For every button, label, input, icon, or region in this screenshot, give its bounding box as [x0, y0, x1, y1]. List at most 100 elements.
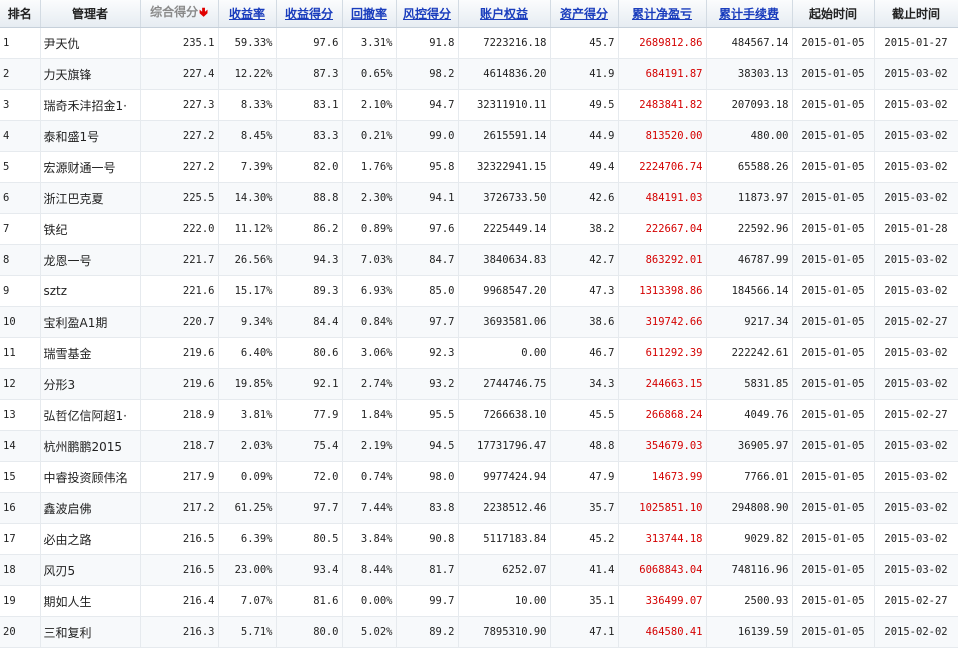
header-composite-score[interactable]: 综合得分🢃 [140, 0, 219, 28]
cell-rank: 8 [0, 244, 41, 276]
cell-rank: 11 [0, 337, 41, 369]
header-return-rate[interactable]: 收益率 [218, 0, 277, 28]
cell-account-equity: 7895310.90 [458, 616, 551, 648]
cell-asset-score: 42.6 [550, 182, 619, 214]
table-row: 9 sztz 221.6 15.17% 89.3 6.93% 85.0 9968547.20 4… [0, 275, 958, 307]
cell-asset-score: 35.7 [550, 492, 619, 524]
cell-asset-score: 38.2 [550, 213, 619, 245]
cell-return-score: 77.9 [276, 399, 343, 431]
header-asset-score[interactable]: 资产得分 [550, 0, 619, 28]
header-total-fees[interactable]: 累计手续费 [706, 0, 793, 28]
cell-end-date: 2015-02-27 [874, 585, 958, 617]
cell-asset-score: 45.2 [550, 523, 619, 555]
cell-start-date: 2015-01-05 [792, 430, 875, 462]
table-row: 5 宏源财通一号 227.2 7.39% 82.0 1.76% 95.8 32322941.1… [0, 151, 958, 183]
cell-manager[interactable]: 龙恩一号 [40, 244, 141, 276]
cell-end-date: 2015-03-02 [874, 492, 958, 524]
cell-end-date: 2015-03-02 [874, 244, 958, 276]
cell-end-date: 2015-03-02 [874, 58, 958, 90]
cell-asset-score: 44.9 [550, 120, 619, 152]
cell-rank: 4 [0, 120, 41, 152]
cell-return-rate: 23.00% [218, 554, 277, 586]
cell-account-equity: 32322941.15 [458, 151, 551, 183]
cell-net-pnl: 2483841.82 [618, 89, 707, 121]
cell-start-date: 2015-01-05 [792, 89, 875, 121]
cell-manager[interactable]: 尹天仇 [40, 27, 141, 59]
table-row: 10 宝利盈A1期 220.7 9.34% 84.4 0.84% 97.7 3693581.0… [0, 306, 958, 338]
table-row: 14 杭州鹏鹏2015 218.7 2.03% 75.4 2.19% 94.5 1773179… [0, 430, 958, 462]
cell-manager[interactable]: 杭州鹏鹏2015 [40, 430, 141, 462]
cell-total-fees: 11873.97 [706, 182, 793, 214]
table-row: 12 分形3 219.6 19.85% 92.1 2.74% 93.2 2744746.75 3… [0, 368, 958, 400]
table-row: 6 浙江巴克夏 225.5 14.30% 88.8 2.30% 94.1 3726733.50… [0, 182, 958, 214]
cell-manager[interactable]: 泰和盛1号 [40, 120, 141, 152]
cell-manager[interactable]: 风刃5 [40, 554, 141, 586]
cell-manager[interactable]: 铁纪 [40, 213, 141, 245]
header-manager: 管理者 [40, 0, 141, 28]
cell-end-date: 2015-02-02 [874, 616, 958, 648]
cell-manager[interactable]: 分形3 [40, 368, 141, 400]
cell-return-rate: 5.71% [218, 616, 277, 648]
cell-account-equity: 3693581.06 [458, 306, 551, 338]
cell-composite-score: 216.3 [140, 616, 219, 648]
cell-total-fees: 5831.85 [706, 368, 793, 400]
cell-risk-score: 84.7 [396, 244, 459, 276]
cell-account-equity: 9977424.94 [458, 461, 551, 493]
cell-composite-score: 227.4 [140, 58, 219, 90]
cell-composite-score: 217.2 [140, 492, 219, 524]
cell-account-equity: 2225449.14 [458, 213, 551, 245]
cell-account-equity: 2238512.46 [458, 492, 551, 524]
cell-manager[interactable]: 力天旗锋 [40, 58, 141, 90]
header-net-pnl[interactable]: 累计净盈亏 [618, 0, 707, 28]
cell-end-date: 2015-03-02 [874, 120, 958, 152]
cell-manager[interactable]: 瑞奇禾沣招金1· [40, 89, 141, 121]
cell-manager[interactable]: 宏源财通一号 [40, 151, 141, 183]
cell-return-rate: 7.39% [218, 151, 277, 183]
cell-manager[interactable]: 宝利盈A1期 [40, 306, 141, 338]
cell-asset-score: 41.4 [550, 554, 619, 586]
header-drawdown-rate[interactable]: 回撤率 [342, 0, 397, 28]
cell-return-rate: 6.40% [218, 337, 277, 369]
cell-manager[interactable]: 三和复利 [40, 616, 141, 648]
cell-drawdown-rate: 5.02% [342, 616, 397, 648]
cell-net-pnl: 222667.04 [618, 213, 707, 245]
cell-return-score: 81.6 [276, 585, 343, 617]
header-account-equity[interactable]: 账户权益 [458, 0, 551, 28]
cell-manager[interactable]: 期如人生 [40, 585, 141, 617]
table-row: 20 三和复利 216.3 5.71% 80.0 5.02% 89.2 7895310.90 4… [0, 616, 958, 648]
cell-composite-score: 216.5 [140, 554, 219, 586]
cell-total-fees: 36905.97 [706, 430, 793, 462]
cell-drawdown-rate: 0.21% [342, 120, 397, 152]
cell-manager[interactable]: 必由之路 [40, 523, 141, 555]
cell-manager[interactable]: 瑞雪基金 [40, 337, 141, 369]
cell-drawdown-rate: 6.93% [342, 275, 397, 307]
cell-return-score: 88.8 [276, 182, 343, 214]
cell-manager[interactable]: 浙江巴克夏 [40, 182, 141, 214]
cell-composite-score: 235.1 [140, 27, 219, 59]
cell-manager[interactable]: sztz [40, 275, 141, 307]
cell-risk-score: 83.8 [396, 492, 459, 524]
cell-total-fees: 207093.18 [706, 89, 793, 121]
cell-composite-score: 218.9 [140, 399, 219, 431]
cell-rank: 5 [0, 151, 41, 183]
cell-net-pnl: 464580.41 [618, 616, 707, 648]
cell-total-fees: 65588.26 [706, 151, 793, 183]
cell-return-rate: 19.85% [218, 368, 277, 400]
cell-account-equity: 17731796.47 [458, 430, 551, 462]
cell-composite-score: 227.2 [140, 151, 219, 183]
cell-manager[interactable]: 弘哲亿信阿超1· [40, 399, 141, 431]
cell-manager[interactable]: 中睿投资顾伟洺 [40, 461, 141, 493]
cell-risk-score: 85.0 [396, 275, 459, 307]
cell-start-date: 2015-01-05 [792, 585, 875, 617]
cell-drawdown-rate: 0.89% [342, 213, 397, 245]
cell-drawdown-rate: 3.84% [342, 523, 397, 555]
cell-total-fees: 16139.59 [706, 616, 793, 648]
header-return-score[interactable]: 收益得分 [276, 0, 343, 28]
cell-rank: 9 [0, 275, 41, 307]
header-risk-score[interactable]: 风控得分 [396, 0, 459, 28]
table-body: 1 尹天仇 235.1 59.33% 97.6 3.31% 91.8 7223216.18 45… [0, 27, 958, 648]
cell-manager[interactable]: 鑫波启佛 [40, 492, 141, 524]
cell-risk-score: 89.2 [396, 616, 459, 648]
cell-end-date: 2015-02-27 [874, 399, 958, 431]
cell-start-date: 2015-01-05 [792, 554, 875, 586]
